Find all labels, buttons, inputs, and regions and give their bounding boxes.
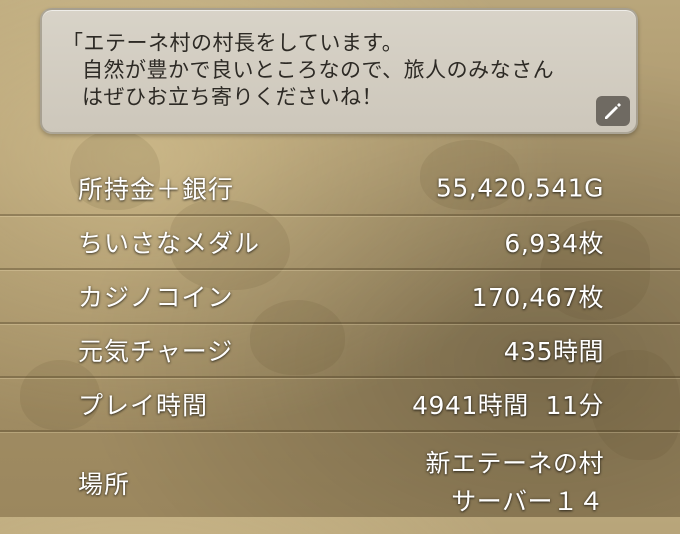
stats-table: 所持金＋銀行 55,420,541G ちいさなメダル 6,934枚 カジノコイン…	[0, 162, 680, 534]
message-line: 自然が豊かで良いところなので、旅人のみなさん	[82, 58, 555, 82]
stat-value: 4941時間 11分	[412, 391, 604, 420]
stat-row-energy-charge: 元気チャージ 435時間	[0, 324, 680, 378]
stat-label: ちいさなメダル	[78, 229, 261, 258]
stat-value-location: 新エテーネの村 サーバー１４	[425, 445, 604, 521]
location-server: サーバー１４	[451, 487, 604, 516]
location-area: 新エテーネの村	[425, 449, 604, 478]
stat-row-gold: 所持金＋銀行 55,420,541G	[0, 162, 680, 216]
stat-value: 6,934枚	[504, 229, 604, 258]
stat-label: 所持金＋銀行	[78, 175, 235, 204]
stat-label: カジノコイン	[78, 283, 234, 312]
profile-screen: { "message": { "lines": [ "「エテーネ村の村長をしてい…	[0, 0, 680, 517]
stat-value: 55,420,541G	[435, 173, 604, 203]
message-line: 「エテーネ村の村長をしています。	[62, 31, 404, 55]
stat-label: 場所	[78, 470, 131, 499]
stat-value: 435時間	[503, 337, 604, 366]
stat-row-location: 場所 新エテーネの村 サーバー１４	[0, 432, 680, 534]
stat-row-play-time: プレイ時間 4941時間 11分	[0, 378, 680, 432]
stat-value: 170,467枚	[471, 283, 604, 312]
stat-label: プレイ時間	[78, 391, 209, 420]
stat-row-casino-coins: カジノコイン 170,467枚	[0, 270, 680, 324]
stat-label: 元気チャージ	[78, 337, 234, 366]
edit-message-button[interactable]	[596, 96, 630, 126]
stat-row-mini-medals: ちいさなメダル 6,934枚	[0, 216, 680, 270]
profile-message-box: 「エテーネ村の村長をしています。 自然が豊かで良いところなので、旅人のみなさん …	[40, 8, 638, 134]
message-line: はぜひお立ち寄りくださいね！	[82, 85, 383, 109]
pencil-icon	[605, 103, 621, 119]
